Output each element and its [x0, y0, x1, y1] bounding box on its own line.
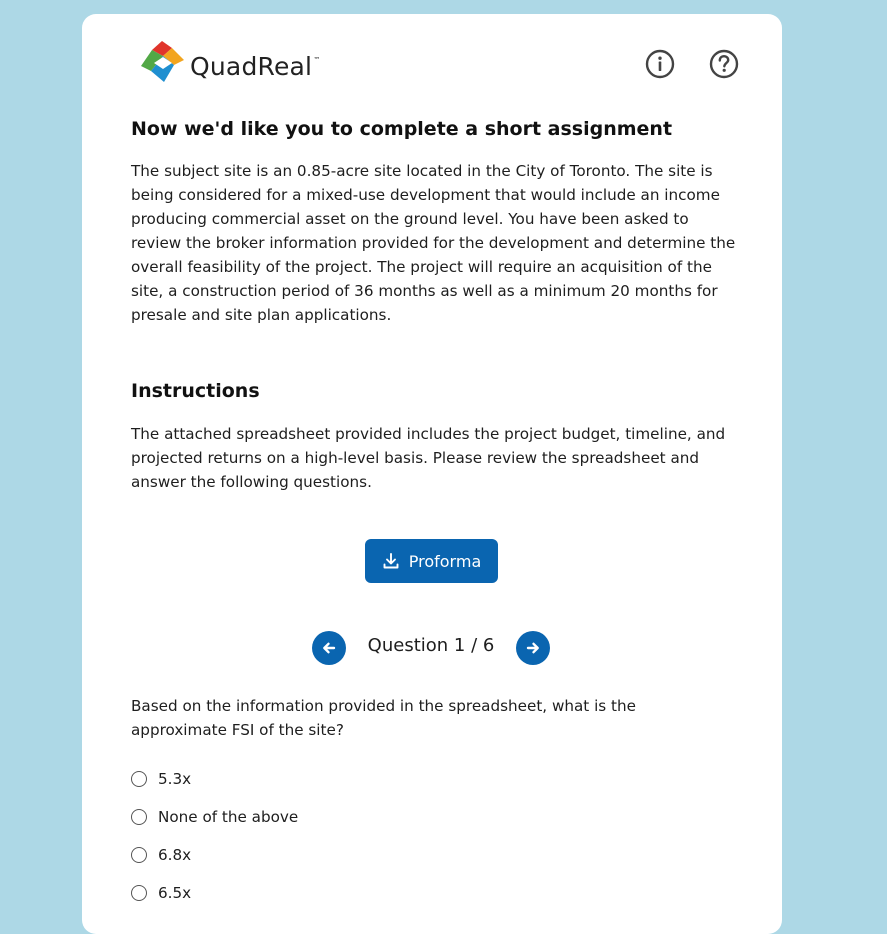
- proforma-label: Proforma: [408, 551, 482, 571]
- assignment-title: Now we'd like you to complete a short as…: [131, 118, 673, 140]
- assignment-description: The subject site is an 0.85-acre site lo…: [131, 162, 736, 324]
- answer-options: 5.3x None of the above 6.8x 6.5x: [131, 760, 298, 912]
- question-text: Based on the information provided in the…: [131, 697, 636, 739]
- radio-button[interactable]: [131, 771, 147, 787]
- answer-option-label: None of the above: [158, 808, 299, 826]
- instructions-text: The attached spreadsheet provided includ…: [131, 425, 726, 491]
- info-icon: [645, 49, 675, 79]
- instructions-title: Instructions: [131, 380, 260, 402]
- radio-button[interactable]: [131, 847, 147, 863]
- proforma-download-button[interactable]: Proforma: [365, 539, 498, 583]
- download-icon: [383, 553, 399, 569]
- help-button[interactable]: [709, 49, 739, 79]
- arrow-left-icon: [323, 642, 336, 654]
- assignment-card: QuadReal™ Now we'd like you to complete …: [82, 14, 782, 934]
- radio-button[interactable]: [131, 809, 147, 825]
- answer-option-label: 6.8x: [158, 846, 192, 864]
- answer-option-label: 6.5x: [158, 884, 192, 902]
- question-counter: Question 1 / 6: [367, 635, 495, 656]
- answer-option[interactable]: None of the above: [131, 798, 298, 836]
- answer-option[interactable]: 6.8x: [131, 836, 298, 874]
- quadreal-logo-mark: [141, 41, 184, 82]
- arrow-right-icon: [526, 642, 539, 654]
- quadreal-logo: QuadReal™: [138, 38, 320, 88]
- radio-button[interactable]: [131, 885, 147, 901]
- brand-name: QuadReal™: [190, 51, 321, 81]
- answer-option[interactable]: 5.3x: [131, 760, 298, 798]
- answer-option-label: 5.3x: [158, 770, 192, 788]
- answer-option[interactable]: 6.5x: [131, 874, 298, 912]
- previous-question-button[interactable]: [312, 631, 346, 665]
- next-question-button[interactable]: [516, 631, 550, 665]
- help-icon: [709, 49, 739, 79]
- trademark: ™: [313, 55, 321, 64]
- info-button[interactable]: [645, 49, 675, 79]
